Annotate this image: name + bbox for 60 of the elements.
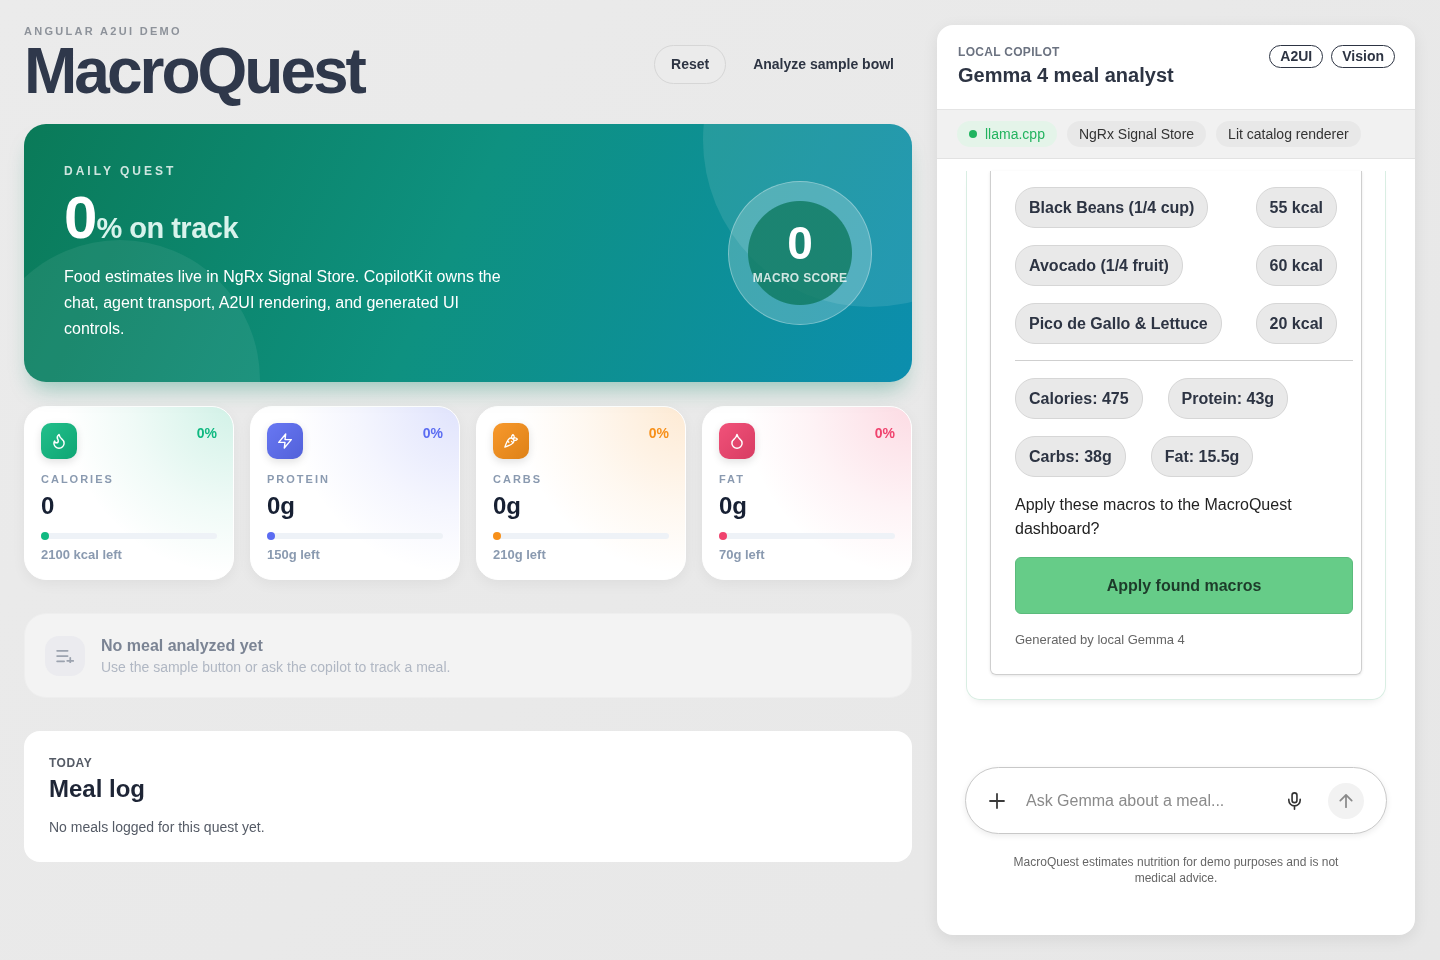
stat-label: CARBS xyxy=(493,472,544,486)
food-item-chip: Black Beans (1/4 cup) xyxy=(1015,187,1209,228)
droplet-icon xyxy=(719,423,755,459)
stat-remaining: 150g left xyxy=(267,547,321,563)
status-dot-icon xyxy=(969,130,977,138)
stat-value: 0g xyxy=(493,492,522,520)
log-empty-text: No meals logged for this quest yet. xyxy=(49,818,266,836)
microphone-icon xyxy=(1287,791,1301,810)
stat-percent: 0% xyxy=(648,425,669,442)
app-subtitle: ANGULAR A2UI DEMO xyxy=(24,25,182,38)
stat-remaining: 2100 kcal left xyxy=(41,547,123,563)
log-title: Meal log xyxy=(49,775,146,803)
stat-label: CALORIES xyxy=(41,472,115,486)
lightning-icon xyxy=(267,423,303,459)
stack-tag: Lit catalog renderer xyxy=(1216,121,1361,147)
stat-remaining: 70g left xyxy=(719,547,766,563)
log-eyebrow: TODAY xyxy=(49,756,94,770)
macro-total-chip: Fat: 15.5g xyxy=(1150,436,1254,477)
disclaimer-text: MacroQuest estimates nutrition for demo purposes and is not medical advice. xyxy=(1012,854,1340,886)
apply-macros-button[interactable]: Apply found macros xyxy=(1015,557,1353,614)
banner-description: Food estimates live in NgRx Signal Store. CopilotKit owns the chat, agent transport, A2UI rendering, and generated UI controls. xyxy=(64,267,502,339)
macro-total-chip: Calories: 475 xyxy=(1015,378,1143,419)
list-add-icon xyxy=(45,635,85,676)
track-percent: 0 xyxy=(64,184,97,251)
flame-icon xyxy=(41,423,77,459)
stat-percent: 0% xyxy=(874,425,895,442)
analyze-button[interactable]: Analyze sample bowl xyxy=(736,44,911,84)
stat-remaining: 210g left xyxy=(493,547,547,563)
food-item-chip: Pico de Gallo & Lettuce xyxy=(1015,303,1222,344)
panel-eyebrow: LOCAL COPILOT xyxy=(958,45,1061,59)
send-button[interactable] xyxy=(1328,782,1364,819)
stat-value: 0g xyxy=(267,492,296,520)
stat-label: PROTEIN xyxy=(267,472,331,486)
food-item-chip: Avocado (1/4 fruit) xyxy=(1015,245,1183,286)
score-value: 0 xyxy=(787,221,813,265)
banner-eyebrow: DAILY QUEST xyxy=(64,164,178,178)
stat-percent: 0% xyxy=(422,425,443,442)
stat-percent: 0% xyxy=(196,425,217,442)
calorie-chip: 60 kcal xyxy=(1255,245,1337,286)
stat-label: FAT xyxy=(719,472,746,486)
carrot-icon xyxy=(493,423,529,459)
calorie-chip: 55 kcal xyxy=(1255,187,1337,228)
empty-hint: Use the sample button or ask the copilot to track a meal. xyxy=(101,657,451,676)
generated-by-note: Generated by local Gemma 4 xyxy=(1015,632,1186,648)
message-input[interactable]: Ask Gemma about a meal... xyxy=(1026,788,1266,813)
arrow-up-icon xyxy=(1339,793,1353,808)
empty-title: No meal analyzed yet xyxy=(101,635,264,656)
stat-value: 0g xyxy=(719,492,748,520)
status-tag-text: llama.cpp xyxy=(985,126,1045,142)
confirm-question: Apply these macros to the MacroQuest dashboard? xyxy=(1015,495,1293,539)
calorie-chip: 20 kcal xyxy=(1255,303,1337,344)
stack-tag: NgRx Signal Store xyxy=(1066,121,1207,147)
panel-title: Gemma 4 meal analyst xyxy=(958,63,1174,87)
macro-total-chip: Protein: 43g xyxy=(1167,378,1289,419)
plus-icon xyxy=(989,792,1005,809)
reset-button[interactable]: Reset xyxy=(654,44,727,84)
track-label: % on track xyxy=(96,212,239,244)
score-label: MACRO SCORE xyxy=(752,271,848,285)
macro-total-chip: Carbs: 38g xyxy=(1015,436,1126,477)
stat-value: 0 xyxy=(41,492,56,520)
